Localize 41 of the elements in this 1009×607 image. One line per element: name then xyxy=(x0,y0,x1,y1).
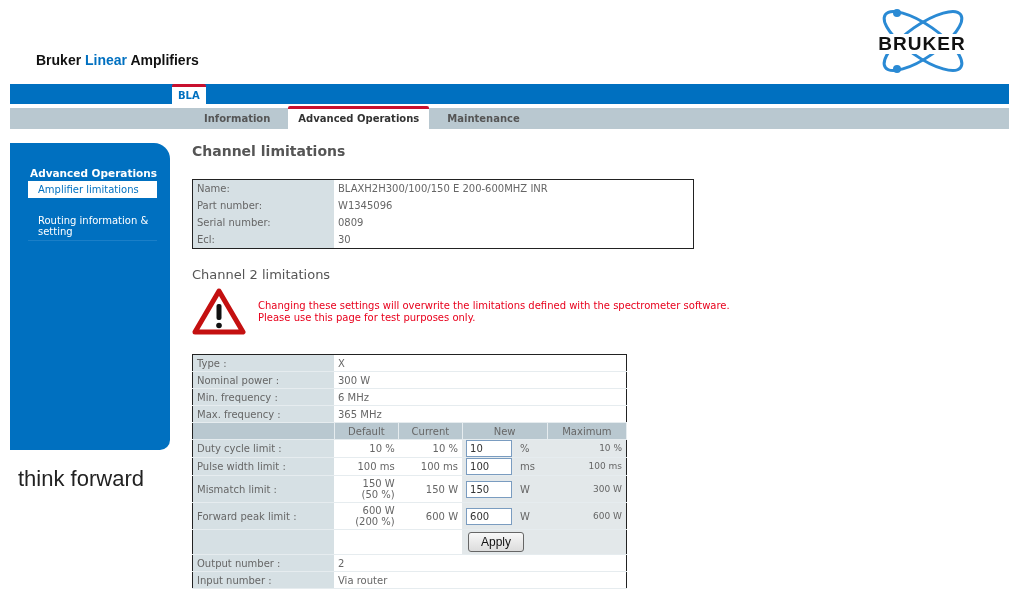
row-label: Name: xyxy=(192,179,334,197)
apply-button[interactable]: Apply xyxy=(468,532,525,552)
unit-label: W xyxy=(516,475,548,503)
row-label: Serial number: xyxy=(192,214,334,231)
default-cell: 600 W (200 %) xyxy=(334,502,399,530)
row-label: Forward peak limit : xyxy=(192,502,334,530)
row-label: Type : xyxy=(192,354,334,372)
row-label: Part number: xyxy=(192,197,334,214)
nav-tab[interactable]: Advanced Operations xyxy=(288,106,430,129)
maximum-cell: 600 W xyxy=(547,502,627,530)
unit-label: W xyxy=(516,502,548,530)
maximum-cell: 300 W xyxy=(547,475,627,503)
tagline: think forward xyxy=(18,466,145,492)
sidebar-heading: Advanced Operations xyxy=(29,167,158,179)
input-field[interactable]: 100 xyxy=(466,458,512,475)
section-heading: Channel 2 limitations xyxy=(192,267,332,282)
row-value: 6 MHz xyxy=(334,388,627,406)
page-title: Bruker Linear Amplifiers xyxy=(36,52,199,68)
input-field[interactable]: 150 xyxy=(466,480,512,498)
warning-message: Changing these settings will overwrite the limitations defined with the spectrometer software. Please use this page for test purposes only. xyxy=(258,300,730,324)
row-value: 300 W xyxy=(334,371,627,389)
sidebar-item[interactable]: Routing information & setting xyxy=(28,212,157,241)
row-label: Ecl: xyxy=(192,231,334,249)
row-value: 30 xyxy=(334,231,694,249)
row-value: 365 MHz xyxy=(334,405,627,423)
row-value: 2 xyxy=(334,554,627,572)
nav-tab[interactable]: Maintenance xyxy=(437,106,530,129)
sidebar-item[interactable]: Amplifier limitations xyxy=(28,181,157,198)
nav-tab[interactable]: Information xyxy=(194,106,281,129)
default-cell: 150 W (50 %) xyxy=(334,475,399,503)
warning-icon xyxy=(192,288,246,336)
row-value: Via router xyxy=(334,571,627,589)
page-heading: Channel limitations xyxy=(192,143,347,159)
row-value: X xyxy=(334,354,627,372)
row-value: BLAXH2H300/100/150 E 200-600MHZ INR xyxy=(334,179,694,197)
row-label: Mismatch limit : xyxy=(192,475,334,503)
top-tab[interactable]: BLA xyxy=(172,84,206,104)
input-field[interactable]: 10 xyxy=(466,440,512,457)
row-value: W1345096 xyxy=(334,197,694,214)
input-field[interactable]: 600 xyxy=(466,507,512,525)
row-value: 0809 xyxy=(334,214,694,231)
